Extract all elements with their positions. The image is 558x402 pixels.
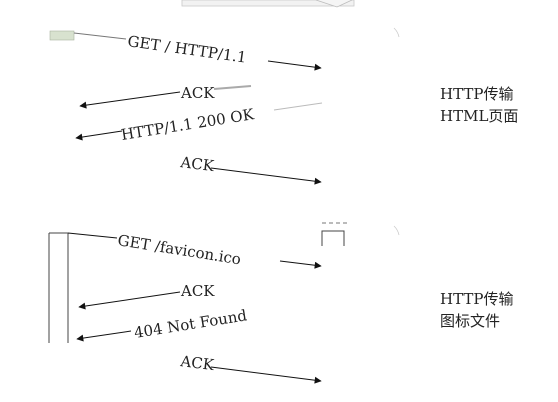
message-label: GET /favicon.ico <box>116 231 242 268</box>
message-200-ok: HTTP/1.1 200 OK <box>75 102 323 144</box>
message-ack-4: ACK <box>179 352 322 384</box>
message-label: ACK <box>180 282 215 300</box>
note-line: HTTP传输 <box>440 290 514 308</box>
message-ack-1: ACK <box>79 84 252 109</box>
message-404: 404 Not Found <box>76 306 249 342</box>
note-line: 图标文件 <box>440 312 501 330</box>
top-decoration <box>181 0 355 8</box>
note-icon-transfer: HTTP传输 图标文件 <box>440 288 513 332</box>
message-label: ACK <box>179 153 216 175</box>
message-get-favicon: GET /favicon.ico <box>67 231 322 269</box>
http-sequence-diagram: GET / HTTP/1.1 ACK HTTP/1.1 200 OK ACK G… <box>48 0 400 384</box>
client-lifeline-top <box>49 30 75 41</box>
message-label: ACK <box>180 84 215 102</box>
note-html-transfer: HTTP传输 HTML页面 <box>440 83 518 127</box>
message-ack-3: ACK <box>78 282 215 310</box>
message-label: HTTP/1.1 200 OK <box>120 105 256 144</box>
message-get-index: GET / HTTP/1.1 <box>73 32 322 71</box>
client-lifeline-bottom <box>48 232 69 343</box>
note-line: HTTP传输 <box>440 85 514 103</box>
note-line: HTML页面 <box>440 107 519 125</box>
server-lifeline-fragment <box>321 27 400 246</box>
message-ack-2: ACK <box>179 153 322 185</box>
message-label: 404 Not Found <box>133 306 249 342</box>
message-label: ACK <box>179 352 216 374</box>
message-label: GET / HTTP/1.1 <box>126 32 247 67</box>
